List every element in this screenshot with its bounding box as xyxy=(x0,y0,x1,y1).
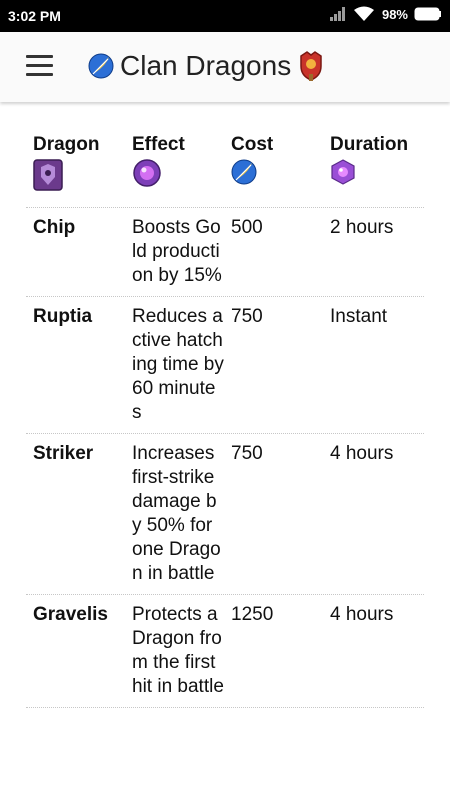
header-label: Duration xyxy=(330,134,409,155)
dragon-effect: Reduces active hatching time by 60 minut… xyxy=(132,306,224,423)
dragon-name: Chip xyxy=(33,217,76,238)
header-cell-effect: Effect xyxy=(125,133,224,207)
header-cell-dragon: Dragon xyxy=(26,133,125,207)
purple-orb-icon xyxy=(133,159,161,187)
purple-gem-icon xyxy=(331,159,355,185)
table-row: Chip Boosts Gold production by 15% 500 2… xyxy=(26,208,424,297)
dragon-effect: Protects a Dragon from the first hit in … xyxy=(132,604,224,697)
header-cell-cost: Cost xyxy=(224,133,323,207)
dragon-cost: 750 xyxy=(231,443,263,464)
wifi-icon xyxy=(353,6,374,21)
dragon-duration: 2 hours xyxy=(330,217,394,238)
app-bar: Clan Dragons xyxy=(0,32,450,102)
dragon-card-icon xyxy=(33,159,63,191)
dragon-name: Gravelis xyxy=(33,604,108,625)
header-label: Dragon xyxy=(33,134,100,155)
table-row: Gravelis Protects a Dragon from the firs… xyxy=(26,595,424,708)
menu-icon-line xyxy=(26,73,53,76)
status-bar: 3:02 PM 98% xyxy=(0,0,450,32)
signal-icon xyxy=(329,7,345,21)
dragon-effect: Boosts Gold production by 15% xyxy=(132,217,222,286)
clan-shield-icon xyxy=(300,51,322,81)
dragon-duration: 4 hours xyxy=(330,604,394,625)
dragon-duration: 4 hours xyxy=(330,443,394,464)
table-row: Ruptia Reduces active hatching time by 6… xyxy=(26,297,424,434)
content-area[interactable]: Dragon Effect Cost Duration Chip Boosts … xyxy=(0,102,450,800)
battery-icon xyxy=(414,7,441,21)
menu-button[interactable] xyxy=(26,55,54,77)
dragon-cost: 500 xyxy=(231,217,263,238)
status-icons: 98% xyxy=(329,6,442,22)
dragon-effect: Increases first-strike damage by 50% for… xyxy=(132,443,221,584)
page-title: Clan Dragons xyxy=(120,50,292,81)
header-cell-duration: Duration xyxy=(323,133,424,207)
blue-feather-orb-icon xyxy=(231,159,257,185)
blue-feather-orb-icon xyxy=(88,53,114,79)
header-label: Cost xyxy=(231,134,274,155)
status-time: 3:02 PM xyxy=(8,8,61,24)
dragon-cost: 750 xyxy=(231,306,263,327)
battery-percentage: 98% xyxy=(381,6,408,22)
title-group: Clan Dragons xyxy=(88,46,325,86)
table-row: Striker Increases first-strike damage by… xyxy=(26,434,424,595)
dragon-table: Dragon Effect Cost Duration Chip Boosts … xyxy=(26,102,424,708)
table-header: Dragon Effect Cost Duration xyxy=(26,102,424,208)
dragon-cost: 1250 xyxy=(231,604,274,625)
header-label: Effect xyxy=(132,134,185,155)
menu-icon-line xyxy=(26,64,53,67)
dragon-name: Ruptia xyxy=(33,306,93,327)
menu-icon xyxy=(26,55,53,58)
dragon-name: Striker xyxy=(33,443,94,464)
dragon-duration: Instant xyxy=(330,306,388,327)
